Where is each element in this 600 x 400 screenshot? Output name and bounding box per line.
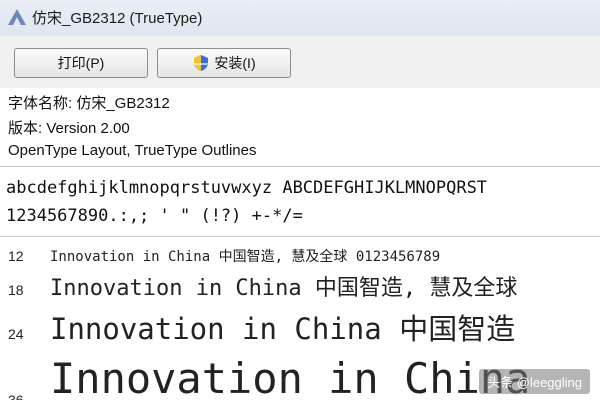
sample-text: Innovation in China — [50, 354, 531, 400]
font-name: 字体名称: 仿宋_GB2312 — [8, 95, 170, 112]
divider — [0, 166, 600, 167]
install-button[interactable]: 安装(I) — [157, 48, 291, 78]
font-icon — [8, 9, 26, 25]
window-title: 仿宋_GB2312 (TrueType) — [32, 10, 203, 27]
sample-size: 36 — [8, 392, 24, 400]
sample-size: 12 — [8, 248, 24, 264]
font-version: 版本: Version 2.00 — [8, 120, 130, 137]
watermark: 头条 @leeggling — [479, 369, 590, 394]
sample-text: Innovation in China 中国智造, 慧及全球 — [50, 276, 518, 301]
toolbar: 打印(P) 安装(I) — [0, 36, 600, 88]
sample-size: 18 — [8, 282, 24, 298]
title-bar: 仿宋_GB2312 (TrueType) — [0, 0, 600, 37]
sample-size: 24 — [8, 326, 24, 342]
sample-row: 24 Innovation in China 中国智造 — [0, 302, 600, 348]
character-set: abcdefghijklmnopqrstuvwxyz ABCDEFGHIJKLM… — [0, 170, 600, 232]
charset-letters: abcdefghijklmnopqrstuvwxyz ABCDEFGHIJKLM… — [6, 178, 488, 198]
sample-text: Innovation in China 中国智造 — [50, 312, 516, 346]
charset-digits: 1234567890.:,; ' " (!?) +-*/= — [6, 206, 303, 226]
sample-row: 18 Innovation in China 中国智造, 慧及全球 — [0, 268, 600, 302]
print-button-label: 打印(P) — [57, 55, 105, 71]
sample-text: Innovation in China 中国智造, 慧及全球 012345678… — [50, 249, 441, 265]
install-button-label: 安装(I) — [214, 55, 256, 71]
font-info: 字体名称: 仿宋_GB2312 版本: Version 2.00 OpenTyp… — [0, 88, 600, 166]
divider — [0, 236, 600, 237]
print-button[interactable]: 打印(P) — [14, 48, 148, 78]
sample-row: 12 Innovation in China 中国智造, 慧及全球 012345… — [0, 238, 600, 268]
font-type: OpenType Layout, TrueType Outlines — [8, 142, 257, 159]
shield-icon — [194, 55, 209, 71]
